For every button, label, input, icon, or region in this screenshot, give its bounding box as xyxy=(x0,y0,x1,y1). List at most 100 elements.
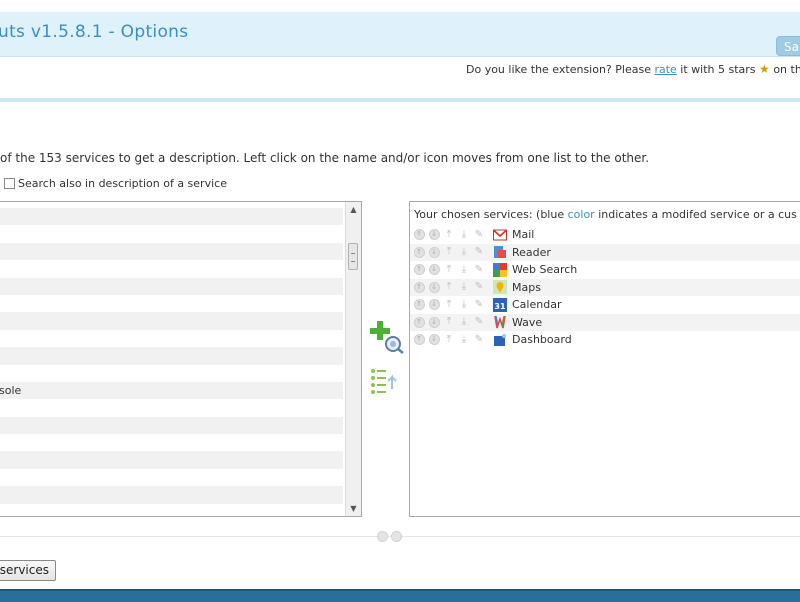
chosen-service-label[interactable]: Dashboard xyxy=(512,333,572,346)
chosen-service-label[interactable]: Mail xyxy=(512,228,534,241)
divider-handle[interactable] xyxy=(377,531,411,543)
star-icon: ★ xyxy=(759,62,770,76)
move-bottom-icon[interactable]: ⤓ xyxy=(458,281,470,293)
chosen-service-label[interactable]: Reader xyxy=(512,246,551,259)
rate-link[interactable]: rate xyxy=(654,63,676,76)
move-bottom-icon[interactable]: ⤓ xyxy=(458,246,470,258)
move-top-icon[interactable]: ⤒ xyxy=(443,264,455,276)
edit-pencil-icon[interactable]: ✎ xyxy=(473,334,485,346)
scroll-up-arrow-icon[interactable]: ▲ xyxy=(346,202,361,217)
edit-pencil-icon[interactable]: ✎ xyxy=(473,281,485,293)
available-service-row[interactable] xyxy=(0,260,343,277)
edit-pencil-icon[interactable]: ✎ xyxy=(473,316,485,328)
scroll-down-arrow-icon[interactable]: ▼ xyxy=(346,501,361,516)
calendar-icon[interactable]: 31 xyxy=(493,297,507,312)
dashboard-icon[interactable] xyxy=(493,333,507,347)
move-down-icon[interactable]: ↓ xyxy=(428,316,440,328)
available-service-row[interactable] xyxy=(0,399,343,416)
available-service-row[interactable] xyxy=(0,277,343,295)
move-down-icon[interactable]: ↓ xyxy=(428,246,440,258)
chosen-service-label[interactable]: Wave xyxy=(512,316,542,329)
reader-icon[interactable] xyxy=(493,245,507,259)
available-service-row[interactable] xyxy=(0,208,343,226)
move-up-icon[interactable]: ↑ xyxy=(413,334,425,346)
chosen-service-label[interactable]: Maps xyxy=(512,281,541,294)
chosen-service-row[interactable]: ↑ ↓ ⤒ ⤓ ✎ 31 Calendar xyxy=(410,296,800,314)
collapse-up-icon[interactable] xyxy=(391,531,402,542)
available-service-row[interactable] xyxy=(0,469,343,486)
collapse-down-icon[interactable] xyxy=(377,531,388,542)
page-title: uts v1.5.8.1 - Options xyxy=(0,22,189,42)
move-bottom-icon[interactable]: ⤓ xyxy=(458,229,470,241)
available-service-row[interactable] xyxy=(0,295,343,312)
services-button[interactable]: services xyxy=(0,560,56,581)
search-description-option[interactable]: Search also in description of a service xyxy=(4,177,227,190)
available-services-rows: sole xyxy=(0,208,343,516)
svg-text:31: 31 xyxy=(494,302,506,311)
available-service-row[interactable] xyxy=(0,451,343,469)
available-service-row[interactable] xyxy=(0,242,343,261)
available-service-row[interactable] xyxy=(0,330,343,347)
move-up-icon[interactable]: ↑ xyxy=(413,316,425,328)
available-service-row[interactable] xyxy=(0,416,343,435)
move-top-icon[interactable]: ⤒ xyxy=(443,316,455,328)
chosen-service-row[interactable]: ↑ ↓ ⤒ ⤓ ✎ Wave xyxy=(410,313,800,331)
move-bottom-icon[interactable]: ⤓ xyxy=(458,264,470,276)
move-bottom-icon[interactable]: ⤓ xyxy=(458,316,470,328)
chosen-header-suffix: indicates a modifed service or a cus xyxy=(594,208,797,221)
maps-icon[interactable] xyxy=(493,280,507,295)
chosen-header-prefix: Your chosen services: (blue xyxy=(414,208,568,221)
move-down-icon[interactable]: ↓ xyxy=(428,229,440,241)
edit-pencil-icon[interactable]: ✎ xyxy=(473,299,485,311)
move-up-icon[interactable]: ↑ xyxy=(413,281,425,293)
available-service-row[interactable] xyxy=(0,225,343,242)
header-divider xyxy=(0,98,800,102)
scrollbar-thumb[interactable] xyxy=(348,243,358,270)
chosen-service-row[interactable]: ↑ ↓ ⤒ ⤓ ✎ Web Search xyxy=(410,261,800,279)
move-down-icon[interactable]: ↓ xyxy=(428,334,440,346)
available-service-row[interactable] xyxy=(0,504,343,516)
available-service-row[interactable] xyxy=(0,312,343,330)
search-description-checkbox[interactable] xyxy=(4,178,15,189)
move-top-icon[interactable]: ⤒ xyxy=(443,281,455,293)
chosen-service-label[interactable]: Calendar xyxy=(512,298,561,311)
move-up-icon[interactable]: ↑ xyxy=(413,299,425,311)
wave-icon[interactable] xyxy=(493,315,507,329)
edit-pencil-icon[interactable]: ✎ xyxy=(473,264,485,276)
available-services-list[interactable]: sole ▲ ▼ xyxy=(0,201,362,517)
available-service-row[interactable] xyxy=(0,365,343,382)
chosen-service-label[interactable]: Web Search xyxy=(512,263,577,276)
chosen-service-row[interactable]: ↑ ↓ ⤒ ⤓ ✎ Maps xyxy=(410,278,800,296)
available-list-scrollbar[interactable]: ▲ ▼ xyxy=(345,202,361,516)
move-up-icon[interactable]: ↑ xyxy=(413,246,425,258)
web-search-icon[interactable] xyxy=(493,262,507,277)
rate-tail: on th xyxy=(773,63,800,76)
move-down-icon[interactable]: ↓ xyxy=(428,264,440,276)
add-service-icon[interactable] xyxy=(370,320,404,354)
move-top-icon[interactable]: ⤒ xyxy=(443,299,455,311)
move-services-icon[interactable] xyxy=(370,367,402,397)
chosen-services-rows: ↑ ↓ ⤒ ⤓ ✎ Mail ↑ ↓ ⤒ ⤓ ✎ Reader ↑ ↓ ⤒ ⤓ ✎ Web Search ↑ ↓ ⤒ ⤓ ✎… xyxy=(410,226,800,349)
move-top-icon[interactable]: ⤒ xyxy=(443,229,455,241)
edit-pencil-icon[interactable]: ✎ xyxy=(473,246,485,258)
available-service-row[interactable] xyxy=(0,486,343,504)
move-top-icon[interactable]: ⤒ xyxy=(443,246,455,258)
move-bottom-icon[interactable]: ⤓ xyxy=(458,334,470,346)
available-service-row[interactable] xyxy=(0,347,343,365)
chosen-service-row[interactable]: ↑ ↓ ⤒ ⤓ ✎ Mail xyxy=(410,226,800,244)
move-up-icon[interactable]: ↑ xyxy=(413,264,425,276)
available-service-row[interactable] xyxy=(0,434,343,451)
move-top-icon[interactable]: ⤒ xyxy=(443,334,455,346)
move-up-icon[interactable]: ↑ xyxy=(413,229,425,241)
move-bottom-icon[interactable]: ⤓ xyxy=(458,299,470,311)
available-service-row[interactable]: sole xyxy=(0,381,343,400)
gmail-icon[interactable] xyxy=(493,228,507,242)
move-down-icon[interactable]: ↓ xyxy=(428,299,440,311)
edit-pencil-icon[interactable]: ✎ xyxy=(473,229,485,241)
chosen-service-row[interactable]: ↑ ↓ ⤒ ⤓ ✎ Dashboard xyxy=(410,331,800,349)
move-down-icon[interactable]: ↓ xyxy=(428,281,440,293)
rate-prompt: Do you like the extension? Please rate i… xyxy=(466,62,800,76)
save-button[interactable]: Sa xyxy=(776,36,800,56)
chosen-services-list[interactable]: Your chosen services: (blue color indica… xyxy=(409,201,800,517)
chosen-service-row[interactable]: ↑ ↓ ⤒ ⤓ ✎ Reader xyxy=(410,243,800,261)
